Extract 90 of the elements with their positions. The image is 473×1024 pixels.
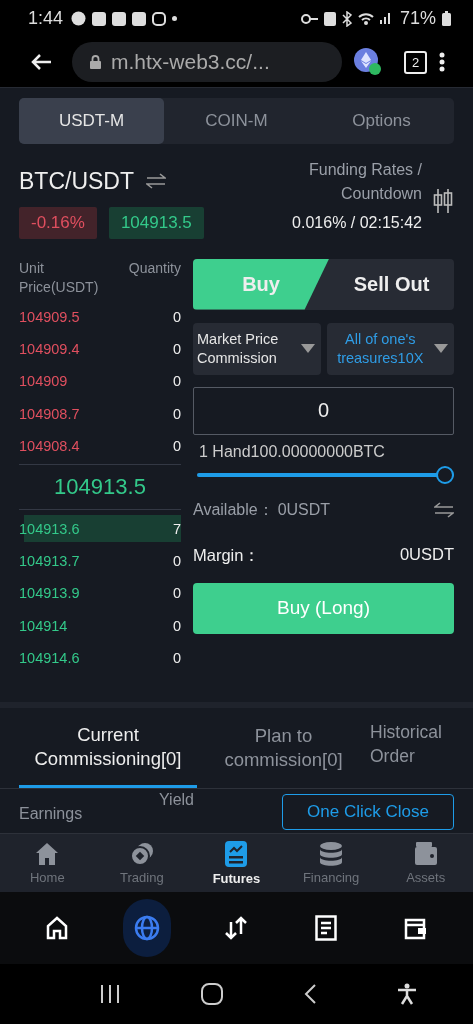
- ask-price: 104909: [19, 373, 68, 390]
- document-icon: [315, 915, 338, 942]
- change-badge: -0.16%: [19, 206, 97, 239]
- close-all-button[interactable]: One Click Close: [282, 794, 454, 831]
- margin-label: Margin：: [193, 544, 261, 566]
- swap-icon[interactable]: [146, 173, 166, 189]
- wallet-icon: [404, 916, 429, 941]
- nav-item[interactable]: Home: [0, 834, 95, 893]
- nav-item[interactable]: Trading: [94, 834, 190, 893]
- bid-price: 104913.6: [19, 520, 80, 537]
- lock-icon: [90, 55, 101, 70]
- nfc-icon: [323, 11, 336, 26]
- extension-icon[interactable]: [354, 48, 382, 77]
- url-field[interactable]: m.htx-web3.cc/...: [72, 42, 342, 83]
- bid-price: 104913.9: [19, 585, 80, 602]
- bid-price: 104914: [19, 617, 68, 634]
- menu-icon[interactable]: [439, 52, 445, 73]
- wallet-icon: [413, 841, 438, 866]
- amount-input[interactable]: 0: [193, 386, 454, 435]
- bid-quantity: 7: [172, 520, 181, 537]
- home-icon[interactable]: [201, 982, 224, 1005]
- transfer-icon[interactable]: [434, 502, 454, 518]
- ask-price: 104909.4: [19, 341, 80, 358]
- price-header: Unit Price(USDT): [19, 258, 100, 297]
- accessibility-icon[interactable]: [396, 982, 417, 1005]
- app-notification-icon: [92, 11, 107, 26]
- yield-header: Yield: [159, 791, 195, 810]
- pair-symbol[interactable]: BTC/USDT: [19, 167, 134, 195]
- database-icon: [320, 841, 343, 866]
- nav-item[interactable]: Futures: [189, 834, 284, 893]
- margin-value: 0USDT: [399, 544, 454, 565]
- dropdown-icon: [434, 344, 448, 353]
- funding-label: Funding Rates / Countdown: [308, 159, 422, 204]
- ask-quantity: 0: [172, 438, 181, 455]
- order-tab[interactable]: Current Commissioning[0]: [19, 708, 197, 789]
- earnings-header: Earnings: [19, 805, 84, 824]
- home-icon: [44, 916, 69, 941]
- bid-quantity: 0: [172, 650, 181, 667]
- dot-icon: [172, 16, 178, 22]
- bid-price: 104913.7: [19, 553, 80, 570]
- battery-icon: [442, 11, 451, 27]
- market-tab[interactable]: COIN-M: [164, 97, 309, 144]
- battery-percent: 71%: [399, 8, 436, 30]
- lot-info: 1 Hand100.00000000BTC: [199, 442, 386, 461]
- ask-price: 104909.5: [19, 308, 80, 325]
- price-badge: 104913.5: [108, 206, 204, 239]
- globe-icon: [133, 915, 160, 942]
- side-tab[interactable]: Sell Out: [329, 258, 454, 310]
- dropdown-icon: [300, 344, 315, 353]
- back-icon[interactable]: [303, 983, 316, 1004]
- available-value: 0USDT: [277, 501, 331, 519]
- candlestick-icon[interactable]: [432, 187, 454, 214]
- recents-icon[interactable]: [100, 984, 121, 1003]
- available-label: Available：: [193, 499, 274, 520]
- ask-price: 104908.7: [19, 405, 80, 422]
- key-icon: [300, 13, 318, 24]
- ask-quantity: 0: [172, 341, 181, 358]
- bid-price: 104914.6: [19, 650, 80, 667]
- leverage-dropdown[interactable]: All of one's treasures10X: [326, 322, 454, 375]
- amount-slider[interactable]: [197, 465, 454, 484]
- funding-value: 0.016% / 02:15:42: [292, 213, 422, 232]
- order-tab[interactable]: Historical Order: [370, 720, 460, 769]
- chart-document-icon: [225, 840, 248, 867]
- bid-quantity: 0: [172, 553, 181, 570]
- signal-icon: [379, 13, 390, 25]
- ask-quantity: 0: [172, 405, 181, 422]
- tab-count-button[interactable]: 2: [404, 50, 427, 74]
- nav-item[interactable]: Assets: [378, 834, 473, 893]
- quantity-header: Quantity: [128, 258, 181, 278]
- market-tab[interactable]: Options: [309, 97, 454, 144]
- app-notification-icon: [112, 11, 127, 26]
- bid-quantity: 0: [172, 585, 181, 602]
- order-tab[interactable]: Plan to commission[0]: [201, 708, 366, 789]
- bluetooth-icon: [341, 10, 352, 27]
- app-notification-icon: [132, 11, 147, 26]
- nav-item[interactable]: Financing: [283, 834, 379, 893]
- ask-quantity: 0: [172, 308, 181, 325]
- status-time: 1:44: [28, 8, 64, 30]
- market-tab[interactable]: USDT-M: [19, 97, 164, 144]
- order-type-dropdown[interactable]: Market Price Commission: [193, 322, 321, 375]
- chat-bubble-icon: [71, 11, 87, 27]
- bid-quantity: 0: [172, 617, 181, 634]
- last-price: 104913.5: [54, 474, 146, 501]
- coins-icon: [129, 841, 154, 866]
- ask-quantity: 0: [172, 373, 181, 390]
- home-icon: [35, 841, 60, 866]
- camera-app-icon: [152, 11, 167, 26]
- up-down-arrows-icon: [225, 916, 248, 941]
- wifi-icon: [357, 12, 374, 26]
- ask-price: 104908.4: [19, 438, 80, 455]
